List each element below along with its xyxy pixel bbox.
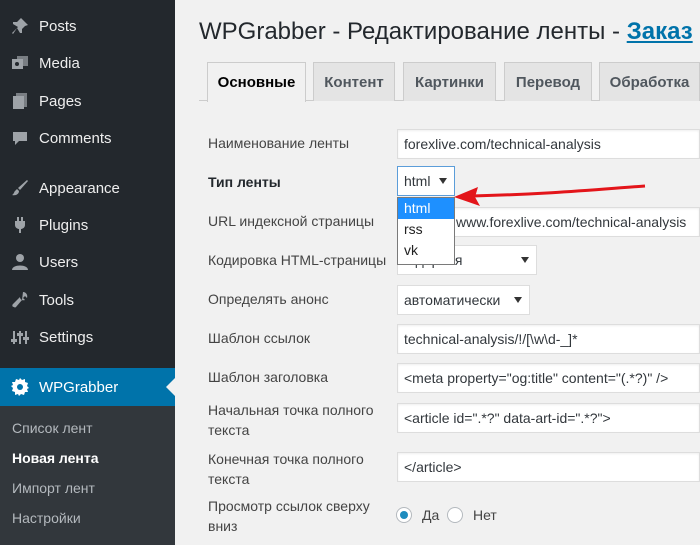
view-links-label-line1: Просмотр ссылок сверху xyxy=(208,498,370,514)
submenu-settings[interactable]: Настройки xyxy=(12,510,81,526)
announce-label: Определять анонс xyxy=(208,291,329,307)
feed-name-input[interactable]: forexlive.com/technical-analysis xyxy=(397,129,700,159)
tab-processing[interactable]: Обработка xyxy=(599,62,700,101)
gear-icon xyxy=(10,377,30,397)
view-links-label-line2: вниз xyxy=(208,518,238,534)
chevron-down-icon xyxy=(514,297,522,303)
menu-users[interactable]: Users xyxy=(0,245,175,279)
menu-tools[interactable]: Tools xyxy=(0,283,175,317)
radio-no[interactable] xyxy=(447,507,463,523)
menu-media-label: Media xyxy=(39,54,80,72)
submenu-new-feed[interactable]: Новая лента xyxy=(12,450,99,466)
start-point-label-line1: Начальная точка полного xyxy=(208,402,374,418)
tab-content[interactable]: Контент xyxy=(313,62,395,101)
wpgrabber-submenu: Список лент Новая лента Импорт лент Наст… xyxy=(0,406,175,545)
menu-wpgrabber[interactable]: WPGrabber xyxy=(0,368,175,406)
menu-plugins-label: Plugins xyxy=(39,216,89,234)
menu-media[interactable]: Media xyxy=(0,46,175,80)
radio-yes[interactable] xyxy=(396,507,412,523)
menu-appearance[interactable]: Appearance xyxy=(0,171,175,205)
wrench-icon xyxy=(10,290,30,310)
radio-yes-label: Да xyxy=(422,507,440,523)
tab-translate[interactable]: Перевод xyxy=(504,62,592,101)
submenu-import-feeds[interactable]: Импорт лент xyxy=(12,480,95,496)
start-point-label-line2: текста xyxy=(208,422,250,438)
plugin-icon xyxy=(10,215,30,235)
index-url-value: www.forexlive.com/technical-analysis xyxy=(456,214,687,230)
announce-select[interactable]: автоматически xyxy=(397,285,530,315)
feed-type-option-vk[interactable]: vk xyxy=(398,240,454,261)
feed-type-option-rss[interactable]: rss xyxy=(398,219,454,240)
menu-appearance-label: Appearance xyxy=(39,179,120,197)
menu-posts-label: Posts xyxy=(39,17,77,35)
page-title: WPGrabber - Редактирование ленты - Заказ xyxy=(199,18,693,46)
announce-selected: автоматически xyxy=(404,292,501,308)
admin-sidebar: Posts Media Pages Comments Appearance Pl… xyxy=(0,0,175,545)
menu-settings[interactable]: Settings xyxy=(0,320,175,354)
title-template-label: Шаблон заголовка xyxy=(208,369,328,385)
menu-comments[interactable]: Comments xyxy=(0,121,175,155)
link-template-label: Шаблон ссылок xyxy=(208,330,311,346)
end-point-label-line2: текста xyxy=(208,471,250,487)
submenu-feed-list[interactable]: Список лент xyxy=(12,420,93,436)
tab-main[interactable]: Основные xyxy=(207,62,306,102)
menu-comments-label: Comments xyxy=(39,129,112,147)
settings-icon xyxy=(10,327,30,347)
index-url-label: URL индексной страницы xyxy=(208,213,375,229)
page-title-text: WPGrabber - Редактирование ленты - xyxy=(199,18,627,45)
brush-icon xyxy=(10,178,30,198)
radio-no-label: Нет xyxy=(473,507,497,523)
menu-users-label: Users xyxy=(39,253,79,271)
menu-posts[interactable]: Posts xyxy=(0,9,175,43)
user-icon xyxy=(10,252,30,272)
start-point-input[interactable]: <article id=".*?" data-art-id=".*?"> xyxy=(397,403,700,433)
tab-images[interactable]: Картинки xyxy=(403,62,496,101)
menu-settings-label: Settings xyxy=(39,328,94,346)
end-point-label-line1: Конечная точка полного xyxy=(208,451,364,467)
menu-tools-label: Tools xyxy=(39,291,75,309)
title-template-input[interactable]: <meta property="og:title" content="(.*?)… xyxy=(397,363,700,393)
feed-type-label: Тип ленты xyxy=(208,174,281,190)
encoding-label: Кодировка HTML-страницы xyxy=(208,252,387,268)
menu-pages[interactable]: Pages xyxy=(0,84,175,118)
feed-name-label: Наименование ленты xyxy=(208,135,350,151)
pin-icon xyxy=(10,16,30,36)
menu-wpgrabber-label: WPGrabber xyxy=(39,378,119,396)
end-point-input[interactable]: </article> xyxy=(397,452,700,482)
red-arrow-annotation xyxy=(454,184,646,206)
media-icon xyxy=(10,53,30,73)
comment-icon xyxy=(10,128,30,148)
link-template-input[interactable]: technical-analysis/!/[\w\d-_]* xyxy=(397,324,700,354)
active-menu-arrow xyxy=(166,378,175,396)
menu-plugins[interactable]: Plugins xyxy=(0,208,175,242)
page-title-link[interactable]: Заказ xyxy=(627,18,693,45)
feed-type-selected: html xyxy=(404,173,431,189)
pages-icon xyxy=(10,91,30,111)
menu-pages-label: Pages xyxy=(39,92,82,110)
chevron-down-icon xyxy=(521,257,529,263)
